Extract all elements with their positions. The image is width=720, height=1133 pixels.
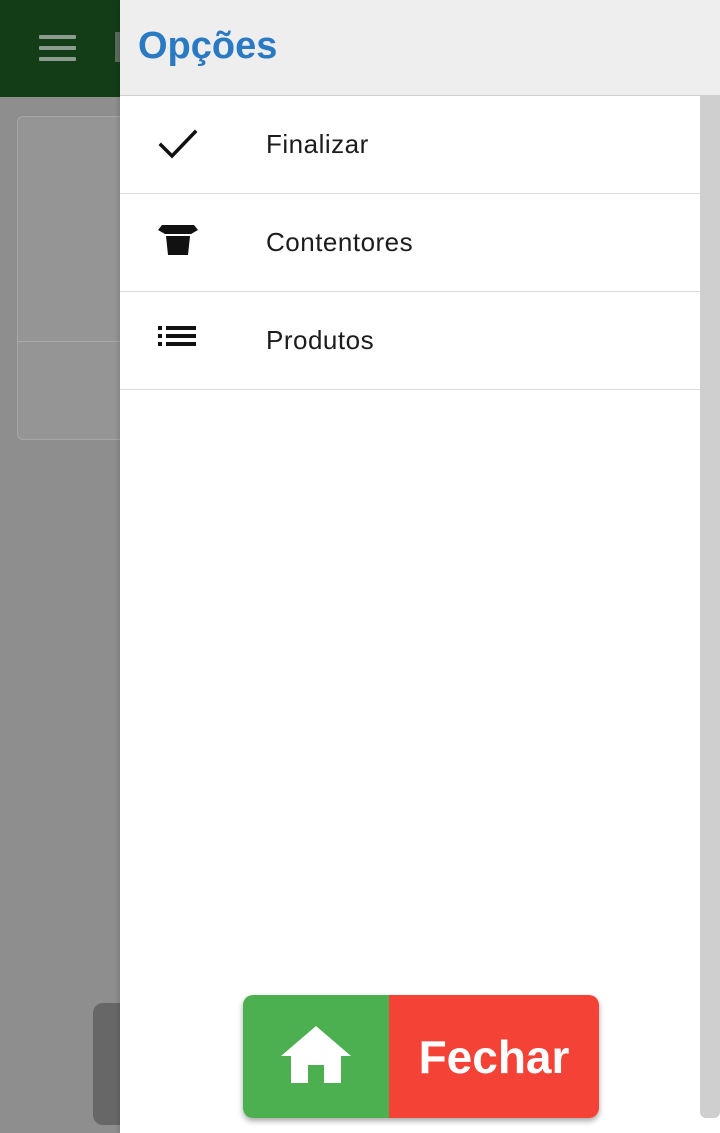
close-button-label: Fechar [418,1030,570,1083]
scrollbar[interactable] [700,96,720,1118]
home-button[interactable] [243,995,389,1118]
menu-item-contentores[interactable]: Contentores [120,194,700,292]
container-icon [158,224,198,260]
menu-item-finalizar[interactable]: Finalizar [120,96,700,194]
menu-item-produtos[interactable]: Produtos [120,292,700,390]
list-icon [158,322,198,358]
drawer-title: Opções [138,25,278,67]
menu-item-label: Contentores [266,227,414,257]
home-icon [281,1024,351,1089]
options-drawer: Opções Finalizar Contentores Produtos [120,0,720,1133]
close-button[interactable]: Fechar [389,995,599,1118]
check-icon [158,126,198,162]
drawer-header: Opções [120,0,720,96]
menu-item-label: Finalizar [266,129,369,159]
menu-item-label: Produtos [266,325,375,355]
screen: Opções Finalizar Contentores Produtos Fe… [0,0,720,1133]
options-menu: Finalizar Contentores Produtos [120,96,700,390]
bottom-action-group: Fechar [243,995,599,1118]
menu-icon[interactable] [39,35,76,61]
